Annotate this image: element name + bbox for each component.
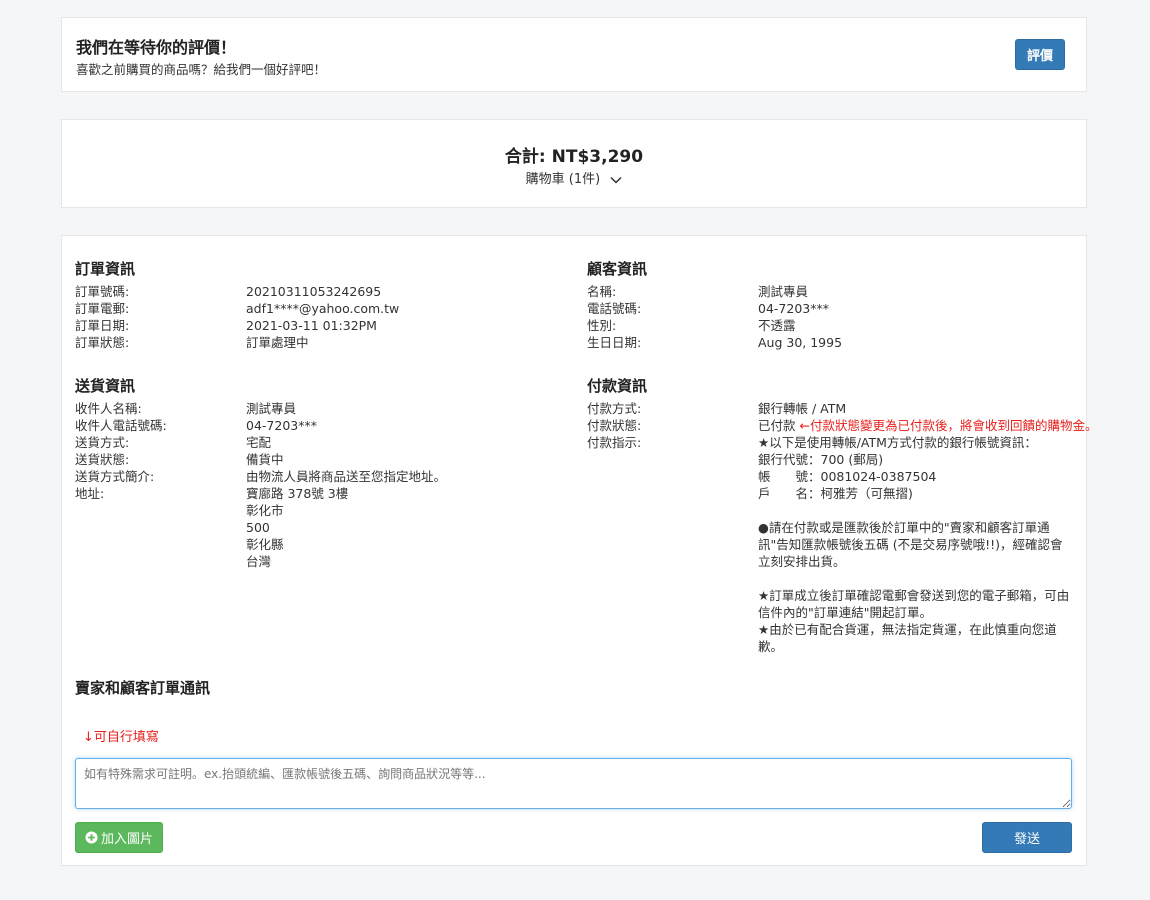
shipping-status-label: 送貨狀態:	[75, 452, 130, 467]
shipping-status-value: 備貨中	[246, 452, 284, 467]
recipient-name-value: 測試專員	[246, 401, 297, 416]
add-image-button[interactable]: 加入圖片	[75, 822, 163, 853]
order-total-card: 合計: NT$3,290 購物車 (1件)	[61, 119, 1087, 208]
order-number-value: 20210311053242695	[246, 284, 382, 299]
payment-method-label: 付款方式:	[587, 401, 642, 416]
order-email-label: 訂單電郵:	[75, 301, 130, 316]
shipping-method-label: 送貨方式:	[75, 435, 130, 450]
customer-gender-value: 不透露	[758, 318, 796, 333]
shipping-info-row: 送貨狀態: 備貨中	[75, 451, 555, 468]
order-date-label: 訂單日期:	[75, 318, 130, 333]
payment-info-row: 付款狀態: 已付款 ←付款狀態變更為已付款後，將會收到回饋的購物金。	[587, 417, 1097, 434]
customer-info-row: 電話號碼: 04-7203***	[587, 300, 1067, 317]
cart-label: 購物車 (1件)	[525, 172, 601, 187]
address-label: 地址:	[75, 486, 105, 501]
messaging-title: 賣家和顧客訂單通訊	[75, 679, 211, 697]
shipping-info-row: 收件人名稱: 測試專員	[75, 400, 555, 417]
customer-info-title: 顧客資訊	[587, 260, 648, 278]
order-info-row: 訂單電郵: adf1****@yahoo.com.tw	[75, 300, 555, 317]
customer-info-row: 名稱: 測試專員	[587, 283, 1067, 300]
customer-info-row: 性別: 不透露	[587, 317, 1067, 334]
plus-circle-icon	[85, 831, 98, 844]
message-input[interactable]	[75, 758, 1072, 809]
shipping-method-value: 宅配	[246, 435, 272, 450]
review-prompt-card: 我們在等待你的評價！ 喜歡之前購買的商品嗎？給我們一個好評吧！ 評價	[61, 17, 1087, 92]
shipping-description-value: 由物流人員將商品送至您指定地址。	[246, 469, 447, 484]
address-line: 寶廍路 378號 3樓	[246, 486, 349, 501]
address-value: 寶廍路 378號 3樓 彰化市 500 彰化縣 台灣	[246, 485, 555, 570]
address-line: 彰化市	[246, 503, 284, 518]
order-status-value: 訂單處理中	[246, 335, 309, 350]
address-line: 台灣	[246, 554, 272, 569]
send-button[interactable]: 發送	[982, 822, 1072, 853]
order-details-card: 訂單資訊 訂單號碼: 20210311053242695 訂單電郵: adf1***…	[61, 235, 1097, 866]
payment-status-note: ←付款狀態變更為已付款後，將會收到回饋的購物金。	[799, 418, 1098, 433]
cart-toggle[interactable]: 購物車 (1件)	[62, 168, 1086, 187]
review-prompt-title: 我們在等待你的評價！	[76, 38, 237, 57]
order-info-row: 訂單號碼: 20210311053242695	[75, 283, 555, 300]
order-total: 合計: NT$3,290	[504, 147, 644, 167]
customer-info-row: 生日日期: Aug 30, 1995	[587, 334, 1067, 351]
shipping-description-label: 送貨方式簡介:	[75, 469, 155, 484]
payment-status-value: 已付款	[758, 418, 796, 433]
shipping-address-row: 地址: 寶廍路 378號 3樓 彰化市 500 彰化縣 台灣	[75, 485, 555, 570]
payment-method-value: 銀行轉帳 / ATM	[758, 401, 847, 416]
order-info-list: 訂單號碼: 20210311053242695 訂單電郵: adf1****@yah…	[75, 283, 555, 351]
review-prompt-subtitle: 喜歡之前購買的商品嗎？給我們一個好評吧！	[76, 62, 327, 77]
customer-info-list: 名稱: 測試專員 電話號碼: 04-7203*** 性別: 不透露 生日日期: Aug …	[587, 283, 1067, 351]
add-image-label: 加入圖片	[100, 832, 153, 847]
customer-gender-label: 性別:	[587, 318, 617, 333]
chevron-down-icon	[610, 176, 622, 184]
recipient-name-label: 收件人名稱:	[75, 401, 142, 416]
customer-birthday-value: Aug 30, 1995	[758, 335, 843, 350]
shipping-info-row: 送貨方式簡介: 由物流人員將商品送至您指定地址。	[75, 468, 555, 485]
customer-phone-value: 04-7203***	[758, 301, 829, 316]
order-info-row: 訂單日期: 2021-03-11 01:32PM	[75, 317, 555, 334]
payment-info-list: 付款方式: 銀行轉帳 / ATM 付款狀態: 已付款 ←付款狀態變更為已付款後，將會…	[587, 400, 1097, 655]
order-info-row: 訂單狀態: 訂單處理中	[75, 334, 555, 351]
payment-info-title: 付款資訊	[587, 377, 648, 395]
fill-in-hint: ↓可自行填寫	[83, 730, 159, 745]
shipping-info-list: 收件人名稱: 測試專員 收件人電話號碼: 04-7203*** 送貨方式: 宅配 送貨…	[75, 400, 555, 570]
recipient-phone-label: 收件人電話號碼:	[75, 418, 167, 433]
recipient-phone-value: 04-7203***	[246, 418, 317, 433]
payment-info-row: 付款方式: 銀行轉帳 / ATM	[587, 400, 1087, 417]
order-info-title: 訂單資訊	[75, 260, 136, 278]
payment-status-label: 付款狀態:	[587, 418, 642, 433]
payment-instructions: ★以下是使用轉帳/ATM方式付款的銀行帳號資訊： 銀行代號：700 (郵局) 帳…	[758, 435, 1070, 654]
shipping-info-title: 送貨資訊	[75, 377, 136, 395]
order-date-value: 2021-03-11 01:32PM	[246, 318, 377, 333]
address-line: 彰化縣	[246, 537, 284, 552]
payment-instructions-label: 付款指示:	[587, 435, 642, 450]
shipping-info-row: 收件人電話號碼: 04-7203***	[75, 417, 555, 434]
address-line: 500	[246, 520, 270, 535]
shipping-info-row: 送貨方式: 宅配	[75, 434, 555, 451]
order-status-label: 訂單狀態:	[75, 335, 130, 350]
customer-phone-label: 電話號碼:	[587, 301, 642, 316]
customer-name-value: 測試專員	[758, 284, 809, 299]
review-button[interactable]: 評價	[1015, 39, 1065, 70]
order-number-label: 訂單號碼:	[75, 284, 130, 299]
order-email-value: adf1****@yahoo.com.tw	[246, 301, 400, 316]
customer-name-label: 名稱:	[587, 284, 617, 299]
customer-birthday-label: 生日日期:	[587, 335, 642, 350]
payment-info-row: 付款指示: ★以下是使用轉帳/ATM方式付款的銀行帳號資訊： 銀行代號：700 (…	[587, 434, 1087, 655]
